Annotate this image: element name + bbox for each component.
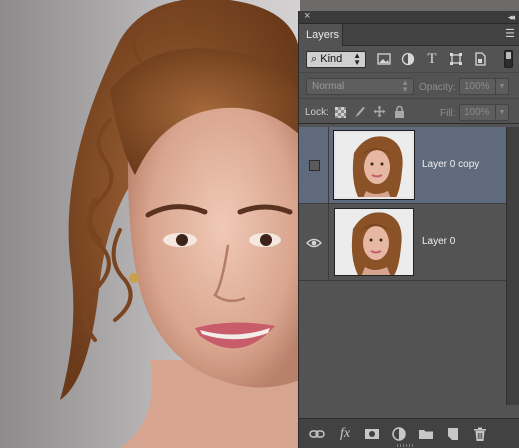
layer-name[interactable]: Layer 0 copy [422,159,479,170]
stepper-arrows-icon: ▲ ▼ [401,78,409,94]
chevron-down-icon[interactable]: ▼ [495,79,508,94]
collapse-icon[interactable]: ◂◂ [508,11,515,24]
new-layer-icon[interactable] [445,426,461,442]
opacity-value: 100% [464,81,490,92]
opacity-label: Opacity: [419,82,456,93]
lock-row: Lock: Fill: 100% ▼ [299,98,519,124]
fx-icon[interactable]: fx [337,426,353,442]
blend-mode-value: Normal [312,81,345,92]
filter-toggle-switch[interactable] [504,50,513,68]
lock-position-icon[interactable] [373,105,386,118]
opacity-field[interactable]: 100% ▼ [459,78,509,95]
resize-grip-icon[interactable] [397,444,415,447]
filter-kind-select[interactable]: ⌕ Kind ▲ ▼ [306,51,366,68]
portrait-thumbnail [335,209,413,275]
adjustment-filter-icon[interactable] [401,52,415,66]
visibility-toggle[interactable] [299,204,329,280]
portrait-thumbnail [336,133,412,197]
shape-filter-icon[interactable] [449,52,463,66]
chevron-down-icon[interactable]: ▼ [495,105,508,120]
fill-field[interactable]: 100% ▼ [459,104,509,121]
layer-row[interactable]: Layer 0 copy [299,127,506,204]
lock-transparent-pixels-icon[interactable] [335,107,346,118]
layer-thumbnail[interactable] [334,131,414,199]
panel-menu-icon[interactable]: ☰ [505,29,515,40]
eye-icon[interactable] [306,236,322,248]
link-layers-icon[interactable] [309,426,325,442]
layer-row[interactable]: Layer 0 [299,204,506,281]
image-filter-icon[interactable] [377,52,391,66]
layer-thumbnail[interactable] [334,208,414,276]
adjustment-layer-icon[interactable] [391,426,407,442]
panel-tab-bar: Layers ☰ [299,24,519,46]
new-group-icon[interactable] [418,426,434,442]
close-icon[interactable]: × [304,10,310,23]
tab-layers[interactable]: Layers [299,24,343,46]
fill-label: Fill: [440,108,456,119]
smart-object-filter-icon[interactable] [473,52,487,66]
layers-panel: × ◂◂ Layers ☰ ⌕ Kind ▲ ▼ T Normal ▲ ▼ Op… [298,10,519,448]
layer-filter-row: ⌕ Kind ▲ ▼ T [299,46,519,72]
lock-label: Lock: [305,107,329,118]
lock-image-pixels-icon[interactable] [353,105,366,118]
visibility-toggle[interactable] [299,127,329,203]
panel-title-bar[interactable]: × ◂◂ [299,10,519,24]
fill-value: 100% [464,107,490,118]
search-icon: ⌕ [311,53,318,65]
document-canvas[interactable] [0,0,300,448]
blend-mode-select[interactable]: Normal ▲ ▼ [306,78,414,95]
layers-list: Layer 0 copy Layer 0 [299,127,506,405]
layers-scrollbar[interactable] [506,127,519,405]
layers-bottom-bar: fx [299,418,519,448]
type-filter-icon[interactable]: T [425,52,439,67]
add-mask-icon[interactable] [364,426,380,442]
layer-name[interactable]: Layer 0 [422,236,455,247]
portrait-photo [60,0,300,448]
stepper-arrows-icon: ▲ ▼ [353,51,361,67]
delete-layer-icon[interactable] [472,426,488,442]
blend-mode-row: Normal ▲ ▼ Opacity: 100% ▼ [299,72,519,98]
lock-all-icon[interactable] [393,105,406,118]
filter-kind-label: Kind [320,53,343,65]
visibility-off-box[interactable] [309,160,320,171]
